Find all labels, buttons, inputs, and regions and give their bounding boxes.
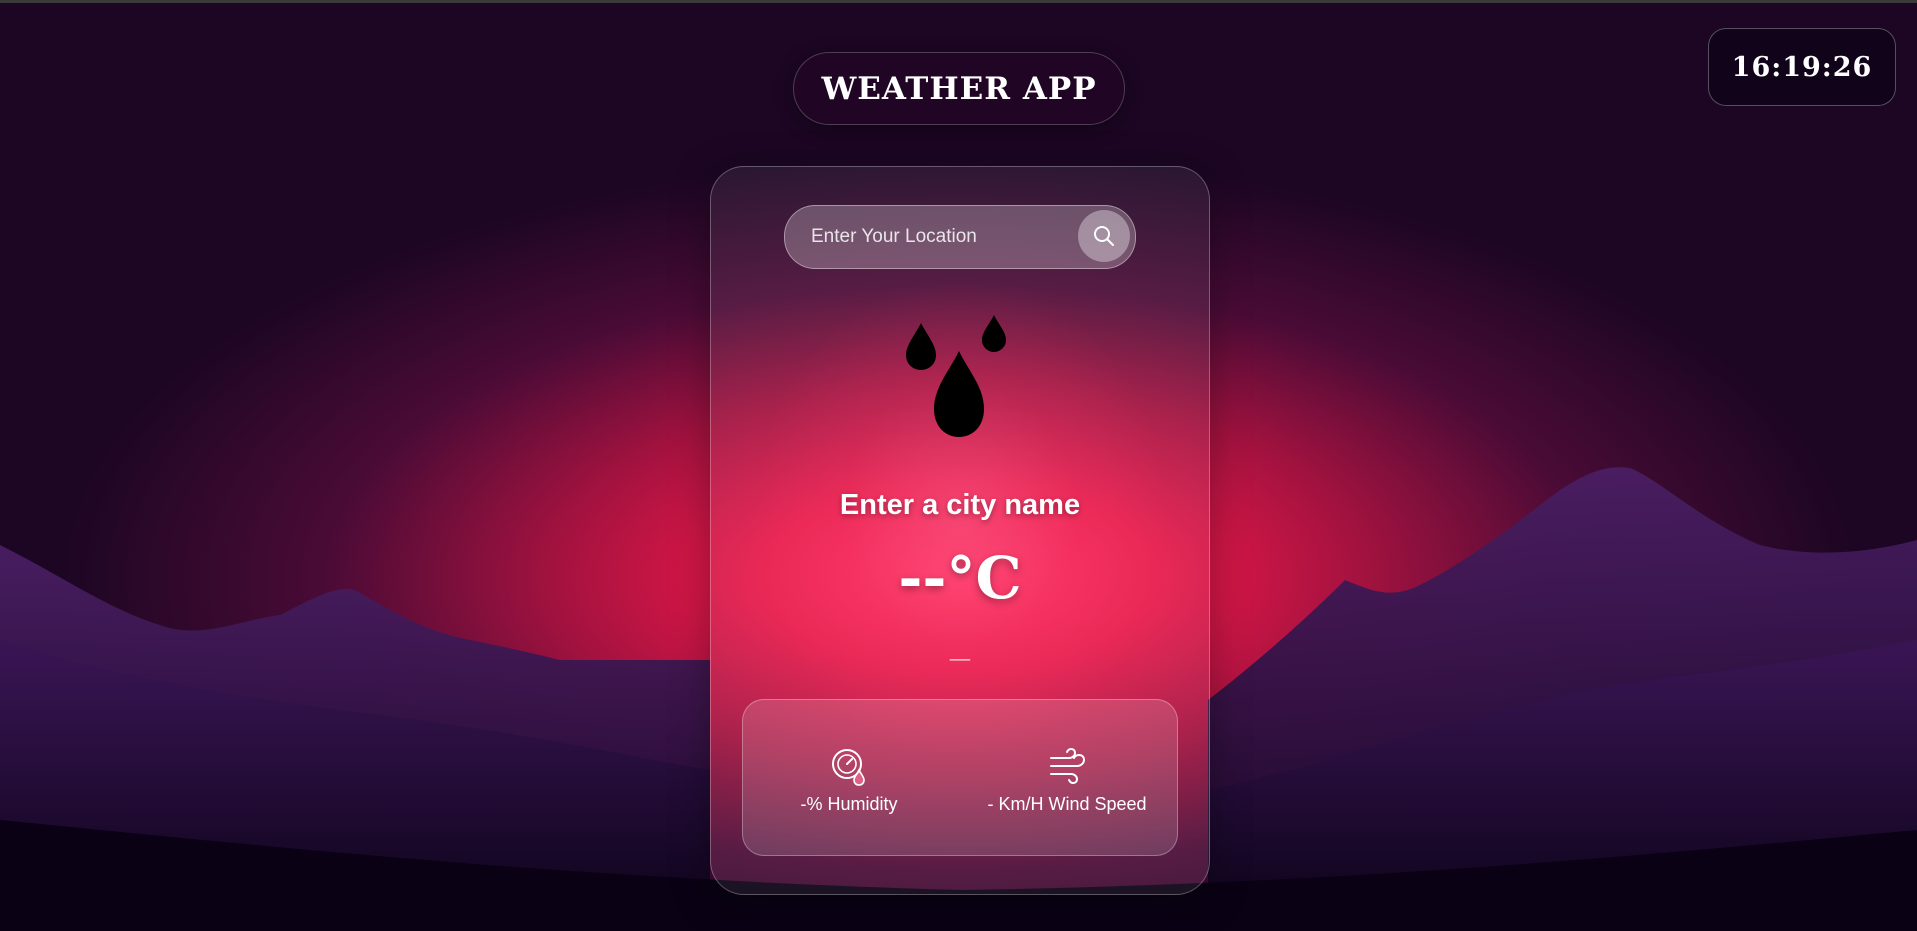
wind-detail: - Km/H Wind Speed <box>967 746 1167 815</box>
humidity-detail: -% Humidity <box>749 746 949 815</box>
app-title: WEATHER APP <box>793 52 1125 125</box>
weather-details-panel: -% Humidity - Km/H Wind Speed <box>742 699 1178 856</box>
clock-display: 16:19:26 <box>1708 28 1896 106</box>
wind-icon <box>1050 747 1086 785</box>
temperature: --°C <box>898 544 1022 612</box>
wind-speed-label: - Km/H Wind Speed <box>987 794 1147 814</box>
search-icon <box>1094 226 1114 246</box>
city-name: Enter a city name <box>839 489 1081 521</box>
humidity-gauge-icon <box>832 749 865 786</box>
search-button[interactable] <box>1078 210 1130 262</box>
location-search-input[interactable] <box>809 206 1073 268</box>
search-bar <box>784 205 1136 269</box>
rain-drops-icon <box>906 315 1006 437</box>
weather-card: Enter a city name --°C __ -% Humidity - … <box>710 166 1210 895</box>
humidity-label: -% Humidity <box>800 794 898 814</box>
weather-description: __ <box>949 641 971 661</box>
